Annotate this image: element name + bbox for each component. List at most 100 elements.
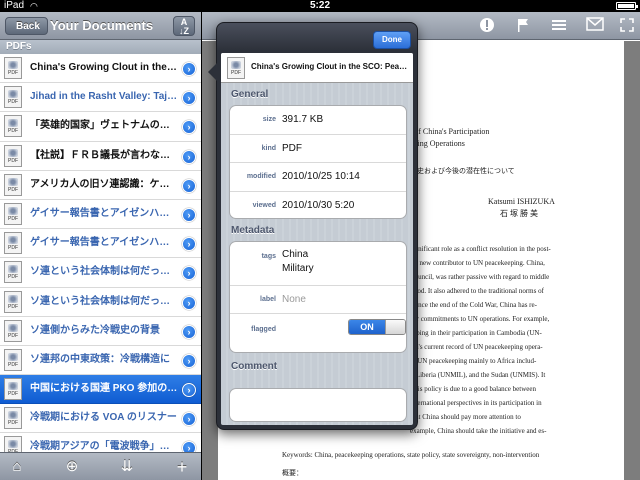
popover-doc-header: PDF China's Growing Clout in the SCO: Pe…	[221, 53, 413, 83]
modified-value: 2010/10/25 10:14	[282, 171, 360, 182]
flag-icon[interactable]	[514, 17, 532, 35]
add-icon[interactable]: +	[173, 458, 191, 476]
document-row[interactable]: PDF ソ連側からみた冷戦史の背景 ›	[0, 316, 201, 346]
document-row[interactable]: PDF China's Growing Clout in the SCO: Pea…	[0, 54, 201, 84]
kind-row: kind PDF	[230, 135, 406, 163]
page-text-line: , since the end of the Cold War, China h…	[410, 301, 537, 309]
section-header: PDFs	[0, 40, 201, 54]
toggle-on-label: ON	[349, 320, 385, 334]
size-value: 391.7 KB	[282, 114, 324, 125]
back-button[interactable]: Back	[5, 17, 48, 35]
detail-disclosure-icon[interactable]: ›	[182, 207, 196, 222]
kind-value: PDF	[282, 142, 302, 154]
detail-disclosure-icon[interactable]: ›	[182, 120, 196, 135]
alert-icon[interactable]	[478, 17, 496, 35]
document-list-pane: Back Your Documents A ↓Z PDFs PDF China's …	[0, 12, 201, 480]
pdf-file-icon: PDF	[4, 261, 22, 284]
page-text-line: international perspectives in its partic…	[410, 399, 542, 407]
list-icon[interactable]	[550, 17, 568, 35]
document-row[interactable]: PDF ソ連という社会体制は何だったのか ›	[0, 258, 201, 288]
page-text-line: eeping in their participation in Cambodi…	[410, 329, 542, 337]
document-title: ゲイサー報告書とアイゼンハワー政権	[30, 237, 178, 249]
popover-doc-title: China's Growing Clout in the SCO: Peac..…	[251, 62, 409, 71]
document-title: China's Growing Clout in the SCO: Peacek…	[30, 62, 178, 73]
general-group: size 391.7 KB kind PDF modified 2010/10/…	[229, 105, 407, 219]
document-row[interactable]: PDF 「英雄的国家」ヴェトナムの孤独 ›	[0, 112, 201, 142]
detail-disclosure-icon[interactable]: ›	[182, 324, 196, 339]
document-row[interactable]: PDF 【社説】ＦＲＢ議長が言わなかったこと ›	[0, 141, 201, 171]
tags-label: tags	[261, 253, 276, 260]
detail-disclosure-icon[interactable]: ›	[182, 412, 196, 427]
mail-icon[interactable]	[586, 17, 604, 35]
flagged-row: flagged ON	[230, 314, 406, 352]
viewed-row: viewed 2010/10/30 5:20	[230, 192, 406, 219]
general-header: General	[231, 89, 269, 100]
document-title: アメリカ人の旧ソ連認識：ケナン	[30, 178, 178, 190]
pdf-file-icon: PDF	[4, 86, 22, 109]
document-title: ソ連という社会体制は何だったのか	[30, 295, 178, 307]
document-row[interactable]: PDF Jihad in the Rasht Valley: Tajikistan…	[0, 83, 201, 113]
sort-az-button[interactable]: A ↓Z	[173, 16, 195, 36]
comment-field[interactable]	[229, 388, 407, 422]
document-row[interactable]: PDF 中国における国連 PKO 参加の動向 ›	[0, 375, 201, 405]
document-row[interactable]: PDF ゲイサー報告書とアイゼンハワー政権 ›	[0, 199, 201, 230]
document-list: PDF China's Growing Clout in the SCO: Pea…	[0, 54, 201, 480]
label-row[interactable]: label None	[230, 286, 406, 314]
page-text-line: 石 塚 勝 美	[500, 209, 538, 218]
detail-disclosure-icon[interactable]: ›	[182, 237, 196, 252]
list-navbar: Back Your Documents A ↓Z	[0, 12, 201, 40]
detail-disclosure-icon[interactable]: ›	[182, 295, 196, 310]
flagged-label: flagged	[251, 326, 276, 333]
popover-arrow	[208, 63, 217, 81]
pdf-file-icon: PDF	[4, 144, 22, 167]
list-title: Your Documents	[50, 18, 154, 33]
home-icon[interactable]: ⌂	[8, 458, 26, 476]
document-row[interactable]: PDF 冷戦期における VOA のリスナー ›	[0, 404, 201, 434]
page-text-line: ger commitments to UN operations. For ex…	[410, 315, 550, 323]
page-text-line: 歴史および今後の潜在性について	[410, 167, 515, 175]
detail-disclosure-icon[interactable]: ›	[182, 266, 196, 281]
document-title: 冷戦期における VOA のリスナー	[30, 412, 177, 424]
tag-item: Military	[282, 263, 314, 274]
pdf-file-icon: PDF	[227, 57, 245, 79]
pdf-file-icon: PDF	[4, 378, 22, 401]
status-bar: iPad ◠ 5:22	[0, 0, 640, 12]
document-title: 「英雄的国家」ヴェトナムの孤独	[30, 120, 178, 132]
done-button[interactable]: Done	[373, 31, 411, 49]
detail-disclosure-icon[interactable]: ›	[182, 149, 196, 164]
label-label: label	[260, 296, 276, 303]
metadata-group: tags China Military label None flagged O…	[229, 241, 407, 353]
kind-label: kind	[261, 144, 276, 152]
modified-label: modified	[246, 173, 276, 180]
document-row[interactable]: PDF アメリカ人の旧ソ連認識：ケナン ›	[0, 170, 201, 200]
document-row[interactable]: PDF ゲイサー報告書とアイゼンハワー政権 ›	[0, 229, 201, 259]
crosshair-icon[interactable]: ⊕	[63, 458, 81, 476]
double-chevron-down-icon[interactable]: ⇊	[118, 458, 136, 476]
detail-disclosure-icon[interactable]: ›	[182, 62, 196, 76]
page-text-line: ), Liberia (UNMIL), and the Sudan (UNMIS…	[410, 371, 546, 379]
toggle-knob[interactable]	[385, 320, 405, 334]
detail-disclosure-icon[interactable]: ›	[182, 353, 196, 368]
size-row: size 391.7 KB	[230, 106, 406, 135]
page-text-line: to UN peacekeeping mainly to Africa incl…	[410, 357, 537, 365]
document-title: 【社説】ＦＲＢ議長が言わなかったこと	[30, 149, 178, 161]
pdf-file-icon: PDF	[4, 202, 22, 225]
tag-item: China	[282, 249, 309, 260]
page-text-line: Keywords: China, peacekeeping operations…	[282, 451, 540, 459]
detail-disclosure-icon[interactable]: ›	[182, 91, 196, 106]
document-row[interactable]: PDF ソ連という社会体制は何だったのか ›	[0, 287, 201, 317]
detail-disclosure-icon[interactable]: ›	[182, 178, 196, 193]
document-title: ソ連側からみた冷戦史の背景	[30, 324, 160, 336]
pdf-file-icon: PDF	[4, 232, 22, 255]
page-text-line: example, China should take the initiativ…	[410, 427, 547, 435]
page-text-line: ina's current record of UN peacekeeping …	[410, 343, 543, 351]
detail-disclosure-icon[interactable]: ›	[182, 383, 196, 398]
document-row[interactable]: PDF ソ連邦の中東政策：冷戦構造に ›	[0, 345, 201, 376]
pdf-file-icon: PDF	[4, 407, 22, 430]
flagged-toggle[interactable]: ON	[348, 319, 406, 335]
metadata-header: Metadata	[231, 225, 275, 236]
fullscreen-icon[interactable]	[618, 17, 636, 35]
page-text-line: significant role as a conflict resolutio…	[410, 245, 551, 253]
label-value: None	[282, 294, 306, 305]
tags-row[interactable]: tags China Military	[230, 242, 406, 286]
